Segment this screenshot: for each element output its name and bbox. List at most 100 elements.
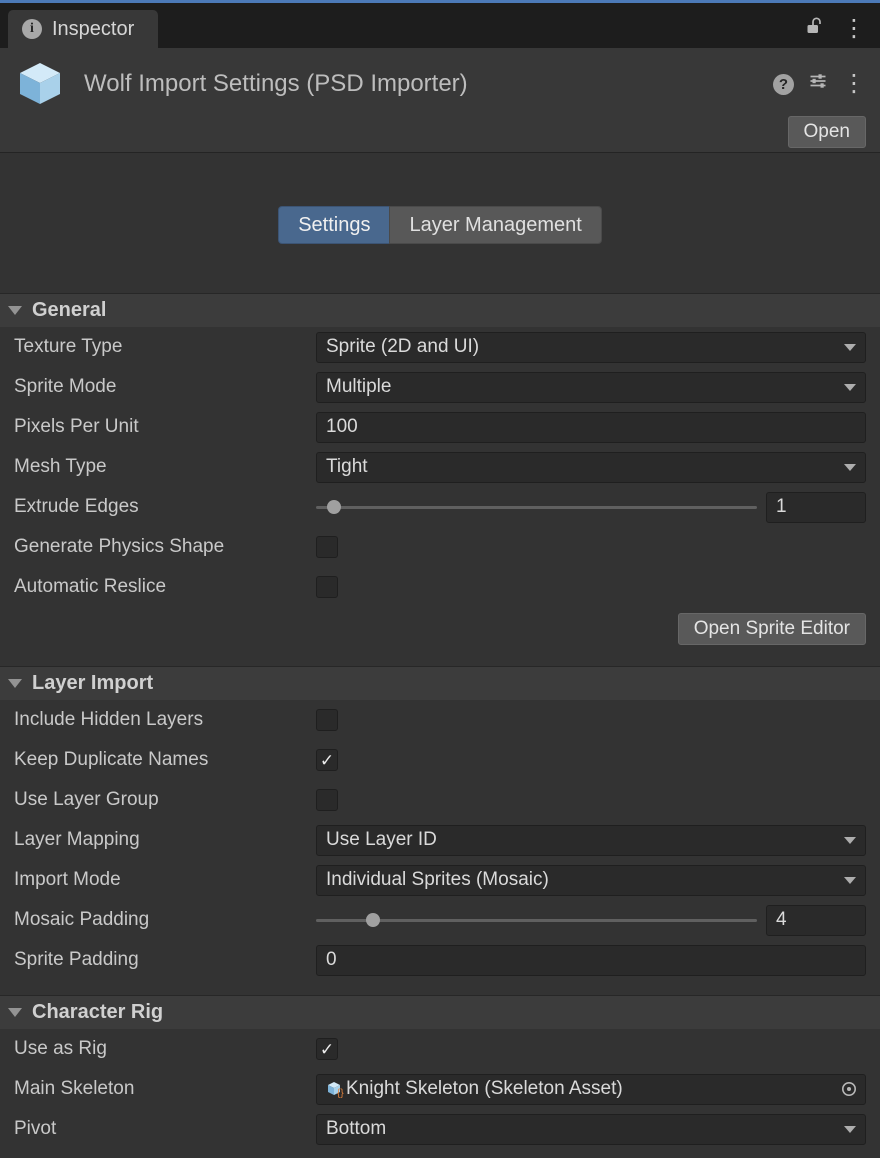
mesh-type-dropdown[interactable]: Tight — [316, 452, 866, 483]
chevron-down-icon — [844, 464, 856, 471]
skeleton-asset-icon: {} — [326, 1080, 344, 1098]
sprite-padding-input[interactable] — [316, 945, 866, 976]
help-icon[interactable]: ? — [773, 74, 794, 95]
use-as-rig-row: Use as Rig ✓ — [0, 1029, 880, 1069]
generate-physics-shape-checkbox[interactable]: ✓ — [316, 536, 338, 558]
header-menu-icon[interactable]: ⋮ — [842, 72, 866, 96]
inspector-body: Settings Layer Management General Textur… — [0, 153, 880, 1158]
import-mode-row: Import Mode Individual Sprites (Mosaic) — [0, 860, 880, 900]
field-label: Pixels Per Unit — [14, 416, 316, 438]
slider-track[interactable] — [316, 506, 757, 509]
field-label: Use Layer Group — [14, 789, 316, 811]
automatic-reslice-row: Automatic Reslice ✓ — [0, 567, 880, 607]
slider-track[interactable] — [316, 919, 757, 922]
field-label: Sprite Padding — [14, 949, 316, 971]
extrude-edges-row: Extrude Edges — [0, 487, 880, 527]
general-section-header[interactable]: General — [0, 293, 880, 327]
check-icon: ✓ — [320, 752, 334, 769]
keep-duplicate-names-checkbox[interactable]: ✓ — [316, 749, 338, 771]
sprite-padding-row: Sprite Padding — [0, 940, 880, 980]
dropdown-value: Bottom — [326, 1118, 386, 1140]
page-title: Wolf Import Settings (PSD Importer) — [84, 70, 755, 98]
character-rig-section-header[interactable]: Character Rig — [0, 995, 880, 1029]
mosaic-padding-row: Mosaic Padding — [0, 900, 880, 940]
include-hidden-layers-row: Include Hidden Layers ✓ — [0, 700, 880, 740]
pixels-per-unit-input[interactable] — [316, 412, 866, 443]
sprite-mode-dropdown[interactable]: Multiple — [316, 372, 866, 403]
foldout-icon — [8, 1008, 22, 1017]
chevron-down-icon — [844, 837, 856, 844]
sprite-editor-row: Open Sprite Editor — [0, 607, 880, 651]
import-mode-dropdown[interactable]: Individual Sprites (Mosaic) — [316, 865, 866, 896]
foldout-icon — [8, 306, 22, 315]
tab-settings[interactable]: Settings — [278, 206, 389, 244]
field-label: Generate Physics Shape — [14, 536, 316, 558]
field-label: Automatic Reslice — [14, 576, 316, 598]
slider-knob[interactable] — [366, 913, 380, 927]
use-as-rig-checkbox[interactable]: ✓ — [316, 1038, 338, 1060]
presets-icon[interactable] — [808, 71, 828, 97]
inspector-tab-label: Inspector — [52, 18, 134, 41]
section-general: General Texture Type Sprite (2D and UI) … — [0, 293, 880, 666]
chevron-down-icon — [844, 877, 856, 884]
open-button[interactable]: Open — [788, 116, 866, 148]
mode-tabs: Settings Layer Management — [0, 206, 880, 244]
titlebar-menu-icon[interactable]: ⋮ — [842, 17, 866, 41]
foldout-icon — [8, 679, 22, 688]
field-label: Main Skeleton — [14, 1078, 316, 1100]
include-hidden-layers-checkbox[interactable]: ✓ — [316, 709, 338, 731]
titlebar-actions: ⋮ — [804, 9, 866, 48]
use-layer-group-checkbox[interactable]: ✓ — [316, 789, 338, 811]
header-top: Wolf Import Settings (PSD Importer) ? — [14, 56, 866, 112]
automatic-reslice-checkbox[interactable]: ✓ — [316, 576, 338, 598]
field-label: Use as Rig — [14, 1038, 316, 1060]
mosaic-padding-input[interactable] — [766, 905, 866, 936]
header-icons: ? ⋮ — [773, 71, 866, 97]
layer-import-section-header[interactable]: Layer Import — [0, 666, 880, 700]
field-label: Keep Duplicate Names — [14, 749, 316, 771]
slider-knob[interactable] — [327, 500, 341, 514]
texture-type-dropdown[interactable]: Sprite (2D and UI) — [316, 332, 866, 363]
chevron-down-icon — [844, 384, 856, 391]
object-picker-icon[interactable] — [840, 1080, 858, 1098]
inspector-tab[interactable]: i Inspector — [8, 10, 158, 48]
keep-duplicate-names-row: Keep Duplicate Names ✓ — [0, 740, 880, 780]
chevron-down-icon — [844, 344, 856, 351]
texture-type-row: Texture Type Sprite (2D and UI) — [0, 327, 880, 367]
open-sprite-editor-button[interactable]: Open Sprite Editor — [678, 613, 866, 645]
field-label: Sprite Mode — [14, 376, 316, 398]
layer-mapping-dropdown[interactable]: Use Layer ID — [316, 825, 866, 856]
layer-mapping-row: Layer Mapping Use Layer ID — [0, 820, 880, 860]
field-label: Import Mode — [14, 869, 316, 891]
pivot-dropdown[interactable]: Bottom — [316, 1114, 866, 1145]
main-skeleton-row: Main Skeleton {} Knight Skeleton (Skelet… — [0, 1069, 880, 1109]
titlebar: i Inspector ⋮ — [0, 0, 880, 48]
generate-physics-shape-row: Generate Physics Shape ✓ — [0, 527, 880, 567]
psd-importer-icon — [14, 58, 66, 110]
pivot-row: Pivot Bottom — [0, 1109, 880, 1149]
use-layer-group-row: Use Layer Group ✓ — [0, 780, 880, 820]
mesh-type-row: Mesh Type Tight — [0, 447, 880, 487]
extrude-edges-input[interactable] — [766, 492, 866, 523]
main-skeleton-object-field[interactable]: {} Knight Skeleton (Skeleton Asset) — [316, 1074, 866, 1105]
field-label: Include Hidden Layers — [14, 709, 316, 731]
sprite-mode-row: Sprite Mode Multiple — [0, 367, 880, 407]
mosaic-padding-slider[interactable] — [316, 905, 757, 936]
lock-icon[interactable] — [804, 16, 824, 42]
field-label: Pivot — [14, 1118, 316, 1140]
dropdown-value: Tight — [326, 456, 368, 478]
field-label: Mosaic Padding — [14, 909, 316, 931]
field-label: Mesh Type — [14, 456, 316, 478]
chevron-down-icon — [844, 1126, 856, 1133]
section-title: Layer Import — [32, 672, 153, 695]
open-row: Open — [14, 116, 866, 148]
dropdown-value: Individual Sprites (Mosaic) — [326, 869, 549, 891]
dropdown-value: Use Layer ID — [326, 829, 437, 851]
field-label: Layer Mapping — [14, 829, 316, 851]
tab-layer-management[interactable]: Layer Management — [389, 206, 601, 244]
field-label: Extrude Edges — [14, 496, 316, 518]
asset-header: Wolf Import Settings (PSD Importer) ? — [0, 48, 880, 153]
field-label: Texture Type — [14, 336, 316, 358]
pixels-per-unit-row: Pixels Per Unit — [0, 407, 880, 447]
extrude-edges-slider[interactable] — [316, 492, 757, 523]
